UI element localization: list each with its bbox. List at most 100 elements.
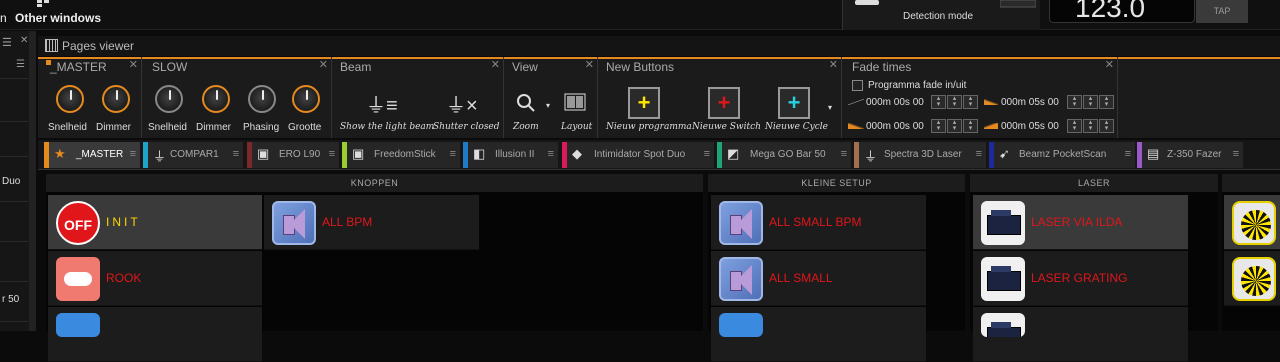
cloud-icon xyxy=(56,257,100,301)
tab-menu-icon[interactable]: ≡ xyxy=(233,148,239,160)
close-icon[interactable]: ✕ xyxy=(585,58,594,71)
tab-master[interactable]: ★ _MASTER ≡ xyxy=(44,142,140,168)
laser-icon xyxy=(981,257,1025,301)
panel-close-icon[interactable]: ✕ xyxy=(20,35,28,46)
master-snelheid-knob[interactable] xyxy=(56,85,84,113)
tab-menu-icon[interactable]: ≡ xyxy=(548,148,554,160)
button-all-bpm[interactable]: ALL BPM xyxy=(264,195,479,250)
button-all-small-bpm[interactable]: ALL SMALL BPM xyxy=(711,195,926,250)
pages-viewer-title: Pages viewer xyxy=(62,39,135,53)
slow-grootte-knob[interactable] xyxy=(292,85,320,113)
button-partial[interactable] xyxy=(711,307,926,362)
tab-menu-icon[interactable]: ≡ xyxy=(329,148,335,160)
button-rook[interactable]: ROOK xyxy=(48,251,262,306)
shutter-closed-button-label[interactable]: Shutter closed xyxy=(433,122,500,132)
new-cycle-button-label[interactable]: Nieuwe Cycle xyxy=(765,122,828,132)
master-dimmer-knob[interactable] xyxy=(102,85,130,113)
tab-menu-icon[interactable]: ≡ xyxy=(976,148,982,160)
knob-label: Dimmer xyxy=(196,122,231,133)
moving-head-icon: ◆ xyxy=(572,146,582,161)
tab-menu-icon[interactable]: ≡ xyxy=(1125,148,1131,160)
button-all-small[interactable]: ALL SMALL xyxy=(711,251,926,306)
tab-illusion-ii[interactable]: ◧ Illusion II ≡ xyxy=(463,142,558,168)
tab-label: Illusion II xyxy=(495,149,535,160)
chevron-down-icon[interactable]: ▾ xyxy=(546,101,550,110)
zoom-button-label[interactable]: Zoom xyxy=(513,122,539,132)
time-spinner[interactable]: ▴ ▾▴ ▾▴ ▾ xyxy=(930,95,978,109)
new-program-button-label[interactable]: Nieuw programma xyxy=(606,122,692,132)
layout-icon[interactable] xyxy=(564,93,586,111)
tab-intimidator-spot-duo[interactable]: ◆ Intimidator Spot Duo ≡ xyxy=(562,142,714,168)
pages-viewer-title-bar xyxy=(38,36,1280,56)
button-init[interactable]: OFF INIT xyxy=(48,195,262,250)
new-buttons-group-title: New Buttons xyxy=(606,60,675,74)
new-switch-button-label[interactable]: Nieuwe Switch xyxy=(692,122,761,132)
close-icon[interactable]: ✕ xyxy=(1105,58,1114,71)
slow-dimmer-knob[interactable] xyxy=(202,85,230,113)
tab-compar1[interactable]: ⏚ COMPAR1 ≡ xyxy=(143,142,243,168)
layout-button-label[interactable]: Layout xyxy=(561,122,592,132)
slow-phasing-knob[interactable] xyxy=(248,85,276,113)
tab-menu-icon[interactable]: ≡ xyxy=(841,148,847,160)
tab-label: COMPAR1 xyxy=(170,149,219,160)
shutter-closed-icon[interactable]: ⏚× xyxy=(446,89,478,118)
close-icon[interactable]: ✕ xyxy=(129,58,138,71)
chevron-down-icon[interactable]: ▾ xyxy=(828,103,832,112)
time-spinner[interactable]: ▴ ▾▴ ▾▴ ▾ xyxy=(1066,95,1114,109)
light-beam-icon[interactable]: ⏚≡ xyxy=(366,89,398,118)
fade-time-value[interactable]: 000m 05s 00 xyxy=(1001,97,1059,108)
bpm-value: 123.0 xyxy=(1075,0,1146,23)
fade-checkbox-label: Programma fade in/uit xyxy=(868,80,967,91)
button-laser-grating[interactable]: LASER GRATING xyxy=(973,251,1188,306)
tab-spectra-3d-laser[interactable]: ⏚ Spectra 3D Laser ≡ xyxy=(854,142,986,168)
time-spinner[interactable]: ▴ ▾▴ ▾▴ ▾ xyxy=(930,119,978,133)
button-partial[interactable] xyxy=(973,307,1188,362)
button-spiral[interactable] xyxy=(1224,195,1280,250)
tab-mega-go-bar-50[interactable]: ◩ Mega GO Bar 50 ≡ xyxy=(717,142,851,168)
laser-fixture-icon: ◧ xyxy=(473,146,486,161)
tab-menu-icon[interactable]: ≡ xyxy=(1233,148,1239,160)
plus-icon[interactable]: + xyxy=(628,87,660,119)
tab-menu-icon[interactable]: ≡ xyxy=(130,148,136,160)
fade-time-value[interactable]: 000m 05s 00 xyxy=(1001,121,1059,132)
mode-icon[interactable] xyxy=(855,0,879,6)
plus-icon[interactable]: + xyxy=(778,87,810,119)
tab-z-350-fazer[interactable]: ▤ Z-350 Fazer ≡ xyxy=(1137,142,1243,168)
light-beam-button-label[interactable]: Show the light beam xyxy=(340,122,434,132)
tab-label: Intimidator Spot Duo xyxy=(594,149,686,160)
slow-group-title: SLOW xyxy=(152,60,188,74)
master-group: _MASTER ✕ Snelheid Dimmer xyxy=(44,57,142,138)
fade-times-group-title: Fade times xyxy=(852,60,912,74)
button-label: ALL BPM xyxy=(322,215,373,229)
close-icon[interactable]: ✕ xyxy=(829,58,838,71)
left-panel-item[interactable]: r 50 xyxy=(2,294,19,305)
panel-menu-icon[interactable]: ☰ xyxy=(2,36,12,49)
tab-label: _MASTER xyxy=(76,149,124,160)
tap-button[interactable]: TAP xyxy=(1196,0,1248,23)
left-panel: ☰ ✕ ☰ Duo r 50 xyxy=(0,31,36,331)
left-panel-item[interactable]: Duo xyxy=(2,176,20,187)
close-icon[interactable]: ✕ xyxy=(319,58,328,71)
tab-beamz-pocketscan[interactable]: ➹ Beamz PocketScan ≡ xyxy=(989,142,1135,168)
knob-label: Snelheid xyxy=(148,122,187,133)
fade-checkbox[interactable] xyxy=(852,80,863,91)
slow-snelheid-knob[interactable] xyxy=(155,85,183,113)
button-partial[interactable] xyxy=(48,307,262,362)
projector-icon: ▣ xyxy=(257,146,270,161)
tab-menu-icon[interactable]: ≡ xyxy=(704,148,710,160)
button-laser-via-ilda[interactable]: LASER VIA ILDA xyxy=(973,195,1188,250)
fade-time-value[interactable]: 000m 00s 00 xyxy=(866,97,924,108)
tab-ero-l90[interactable]: ▣ ERO L90 ≡ xyxy=(247,142,339,168)
view-group-title: View xyxy=(512,60,538,74)
button-spiral[interactable] xyxy=(1224,251,1280,306)
plus-icon[interactable]: + xyxy=(708,87,740,119)
detection-mode-label[interactable]: Detection mode xyxy=(903,11,973,22)
time-spinner[interactable]: ▴ ▾▴ ▾▴ ▾ xyxy=(1066,119,1114,133)
close-icon[interactable]: ✕ xyxy=(491,58,500,71)
zoom-icon[interactable] xyxy=(516,93,536,113)
tab-menu-icon[interactable]: ≡ xyxy=(450,148,456,160)
other-windows-button[interactable]: Other windows xyxy=(15,11,101,25)
panel-menu-icon-2[interactable]: ☰ xyxy=(16,59,25,70)
tab-freedomstick[interactable]: ▣ FreedomStick ≡ xyxy=(342,142,460,168)
fade-time-value[interactable]: 000m 00s 00 xyxy=(866,121,924,132)
